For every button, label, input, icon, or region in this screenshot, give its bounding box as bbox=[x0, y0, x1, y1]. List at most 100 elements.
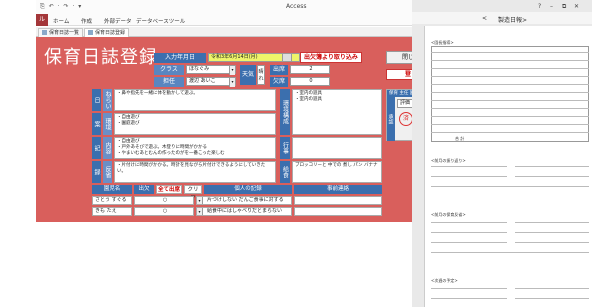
present-label: 出席 bbox=[270, 65, 288, 75]
form-icon bbox=[88, 30, 93, 35]
calendar-button[interactable] bbox=[282, 53, 292, 62]
title-bar: ⎘ ↶ · ↷ · ▾ Access bbox=[36, 0, 431, 14]
event-label: 行事 bbox=[280, 137, 290, 159]
child-contact[interactable] bbox=[294, 196, 382, 205]
child-record[interactable]: ▾ 片づけしない だんご食事に対する bbox=[196, 196, 292, 205]
form-area: 保育日誌登録 入力年月日 令和3年6月14日(月) 出欠簿より取り込み 閉じ ク… bbox=[36, 37, 431, 222]
import-attendance-button[interactable]: 出欠簿より取り込み bbox=[300, 52, 362, 63]
tab-journal-list[interactable]: 保育日誌一覧 bbox=[38, 28, 84, 37]
report-line bbox=[515, 288, 589, 289]
report-line bbox=[431, 288, 507, 289]
table-line bbox=[431, 116, 589, 117]
child-name[interactable]: さとう すぐる bbox=[92, 196, 132, 205]
ribbon-tab-home[interactable]: ホーム bbox=[53, 17, 69, 25]
ribbon-tab-create[interactable]: 作成 bbox=[81, 17, 92, 25]
lunch-text[interactable]: ブロッコリーと 中での 煮し パン バナナ bbox=[292, 161, 382, 183]
tab-journal-entry[interactable]: 保育日誌登録 bbox=[84, 28, 130, 37]
report-nav-label: 製造日報> bbox=[498, 17, 528, 24]
table-line bbox=[431, 124, 589, 125]
section-label-reflection: 反省 bbox=[103, 161, 112, 183]
content-text[interactable]: ・自由遊び ・戸外あそびで遊ぶ。木登りに時間がかかる ・やまいむあとむんの作った… bbox=[114, 137, 276, 159]
restore-icon[interactable]: ⧉ bbox=[562, 3, 566, 11]
approval-stamp: 済 bbox=[399, 112, 413, 126]
date-label: 入力年月日 bbox=[154, 53, 206, 63]
absent-label: 欠席 bbox=[270, 77, 288, 87]
ribbon bbox=[36, 14, 431, 26]
report-line bbox=[431, 252, 589, 253]
chevron-down-icon[interactable]: ▾ bbox=[197, 208, 203, 215]
close-icon[interactable]: ✕ bbox=[574, 3, 579, 10]
child-attendance[interactable]: ○ bbox=[134, 196, 194, 205]
col-child-name: 園児名 bbox=[92, 185, 132, 194]
child-record-text: 給食中にはしゃべりだとまらない bbox=[207, 208, 283, 214]
clear-button[interactable]: クリア bbox=[184, 185, 202, 202]
quick-access-toolbar[interactable]: ⎘ ↶ · ↷ · ▾ bbox=[40, 3, 82, 11]
class-label: クラス bbox=[154, 65, 184, 75]
approval-value: 評価 bbox=[400, 100, 411, 106]
absent-field[interactable]: 0 bbox=[290, 77, 330, 86]
table-line bbox=[431, 92, 589, 93]
report-line bbox=[515, 232, 589, 233]
report-line bbox=[515, 176, 589, 177]
teacher-select[interactable]: 渡辺 あいこ ▾ bbox=[186, 77, 236, 87]
weather-label: 天気 bbox=[240, 65, 256, 85]
minimize-icon[interactable]: – bbox=[550, 3, 553, 10]
report-line bbox=[431, 242, 507, 243]
section-label: <前月の振り返り> bbox=[431, 158, 466, 163]
col-personal-record: 個人の記録 bbox=[204, 185, 292, 194]
reflection-text[interactable]: ・片付けに時間がかかる。時計を見ながら片付けできるようにしていきたい。 bbox=[114, 161, 276, 183]
prev-page-icon[interactable]: < bbox=[482, 15, 487, 22]
report-line bbox=[515, 242, 589, 243]
class-select[interactable]: ほなぐみ ▾ bbox=[186, 65, 236, 75]
environment-text[interactable]: ・自由遊び ・園庭遊び bbox=[114, 113, 276, 135]
col-attendance: 出欠 bbox=[134, 185, 154, 194]
teacher-label: 担任 bbox=[154, 77, 184, 87]
report-page: <園長指導> 合 計 <前月の振り返り> <前月の保育反省> <次週の予定> bbox=[424, 26, 592, 307]
class-value: ほなぐみ bbox=[189, 66, 210, 72]
section-label-content: 内容 bbox=[103, 137, 112, 159]
section-label-environment: 環境 bbox=[103, 113, 112, 135]
chevron-down-icon[interactable]: ▾ bbox=[197, 197, 203, 204]
child-attendance[interactable]: ○ bbox=[134, 207, 194, 216]
child-record[interactable]: ▾ 給食中にはしゃべりだとまらない bbox=[196, 207, 292, 216]
report-preview-window: ? – ⧉ ✕ < 製造日報> <園長指導> 合 計 <前月の振り返り> <前月… bbox=[412, 0, 592, 307]
report-line bbox=[515, 166, 589, 167]
env-config-label: 環境構成 bbox=[280, 89, 290, 135]
aim-text[interactable]: ・鼻や指先を一緒に体を動かして遊ぶ。 bbox=[114, 89, 276, 111]
tab-label: 保育日誌登録 bbox=[95, 30, 126, 36]
tab-label: 保育日誌一覧 bbox=[49, 30, 80, 36]
event-text[interactable] bbox=[292, 137, 382, 159]
lunch-label: 給食 bbox=[280, 161, 290, 183]
app-title: Access bbox=[286, 3, 307, 10]
section-label-aim: ねらい bbox=[103, 89, 112, 111]
child-contact[interactable] bbox=[294, 207, 382, 216]
teacher-value: 渡辺 あいこ bbox=[189, 78, 216, 84]
ribbon-tab-external-data[interactable]: 外部データ bbox=[104, 17, 132, 25]
side-label-plan: 案 bbox=[92, 113, 101, 135]
present-field[interactable]: 2 bbox=[290, 65, 330, 74]
table-line bbox=[431, 84, 589, 85]
total-label: 合 計 bbox=[455, 136, 465, 141]
report-line bbox=[431, 298, 507, 299]
access-window: ⎘ ↶ · ↷ · ▾ Access ル ホーム 作成 外部データ データベース… bbox=[36, 0, 431, 222]
chevron-down-icon[interactable]: ▾ bbox=[229, 66, 235, 75]
ribbon-tab-database-tools[interactable]: データベースツール bbox=[136, 17, 185, 25]
report-line bbox=[431, 222, 507, 223]
weather-select[interactable]: 晴れ bbox=[257, 65, 265, 85]
file-tab[interactable]: ル bbox=[36, 14, 48, 26]
report-line bbox=[515, 222, 589, 223]
child-name[interactable]: きも たえ bbox=[92, 207, 132, 216]
all-present-button[interactable]: 全て出席 bbox=[156, 185, 182, 194]
chevron-down-icon[interactable]: ▾ bbox=[229, 78, 235, 87]
child-record-text: 片づけしない だんご食事に対する bbox=[207, 197, 284, 203]
table-line bbox=[431, 108, 589, 109]
report-line bbox=[515, 298, 589, 299]
side-label-record-2: 録 bbox=[92, 161, 101, 183]
env-config-text[interactable]: ・室内の遊具 ・室内の遊具 bbox=[292, 89, 382, 135]
table-line bbox=[431, 68, 589, 69]
side-label-day: 日 bbox=[92, 89, 101, 111]
form-icon bbox=[42, 30, 47, 35]
help-icon[interactable]: ? bbox=[538, 3, 541, 10]
col-advance-contact: 事前連絡 bbox=[294, 185, 382, 194]
form-title: 保育日誌登録 bbox=[44, 47, 158, 68]
